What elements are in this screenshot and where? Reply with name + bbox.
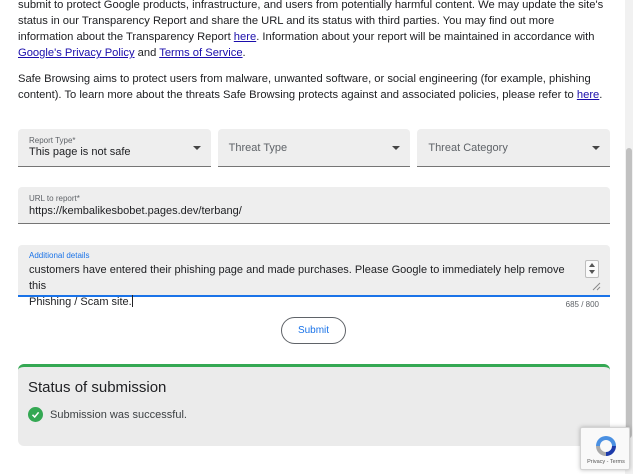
- intro-text: submit to protect Google products, infra…: [18, 0, 610, 113]
- dropdown-caret-icon: [392, 146, 401, 150]
- dropdown-caret-icon: [592, 146, 601, 150]
- url-label: URL to report*: [29, 194, 80, 203]
- page-scrollbar[interactable]: [625, 0, 633, 474]
- threat-category-placeholder: Threat Category: [428, 142, 508, 154]
- intro-paragraph-2: Safe Browsing aims to protect users from…: [18, 73, 603, 101]
- report-type-select[interactable]: Report Type* This page is not safe: [18, 129, 211, 167]
- recaptcha-logo-icon: [596, 436, 616, 456]
- check-circle-icon: [28, 407, 43, 422]
- privacy-policy-link[interactable]: Google's Privacy Policy: [18, 47, 135, 59]
- resize-handle-icon[interactable]: [592, 282, 601, 291]
- status-panel: Status of submission Submission was succ…: [18, 364, 610, 446]
- dropdown-caret-icon: [192, 146, 201, 150]
- spinner-down-icon[interactable]: [589, 270, 595, 274]
- select-row: Report Type* This page is not safe Threa…: [18, 129, 611, 167]
- submit-button[interactable]: Submit: [281, 317, 346, 344]
- threat-type-placeholder: Threat Type: [228, 142, 288, 154]
- recaptcha-badge[interactable]: Privacy - Terms: [580, 427, 630, 470]
- status-message-text: Submission was successful.: [50, 408, 187, 421]
- threat-type-select[interactable]: Threat Type: [217, 129, 411, 167]
- character-counter: 685 / 800: [565, 300, 599, 309]
- report-type-label: Report Type*: [29, 136, 76, 145]
- terms-of-service-link[interactable]: Terms of Service: [159, 47, 242, 59]
- transparency-here-link[interactable]: here: [234, 31, 256, 43]
- intro-paragraph-1: submit to protect Google products, infra…: [18, 0, 604, 59]
- additional-details-field[interactable]: Additional details customers have entere…: [18, 245, 610, 308]
- text-cursor: [131, 295, 133, 307]
- status-title: Status of submission: [28, 379, 167, 396]
- additional-details-value: customers have entered their phishing pa…: [29, 262, 581, 310]
- recaptcha-links[interactable]: Privacy - Terms: [583, 459, 629, 465]
- spinner-up-icon[interactable]: [589, 263, 595, 267]
- report-type-value: This page is not safe: [29, 146, 131, 158]
- threat-category-select[interactable]: Threat Category: [417, 129, 611, 167]
- status-message: Submission was successful.: [28, 407, 187, 422]
- details-line-2: Phishing / Scam site.: [29, 295, 133, 308]
- additional-details-label: Additional details: [29, 251, 90, 260]
- spinner-icon[interactable]: [585, 260, 599, 278]
- details-line-1: customers have entered their phishing pa…: [29, 264, 565, 292]
- scrollbar-thumb[interactable]: [626, 148, 632, 438]
- url-field[interactable]: URL to report* https://kembalikesbobet.p…: [18, 187, 610, 224]
- threats-here-link[interactable]: here: [577, 89, 599, 101]
- url-value: https://kembalikesbobet.pages.dev/terban…: [29, 205, 242, 217]
